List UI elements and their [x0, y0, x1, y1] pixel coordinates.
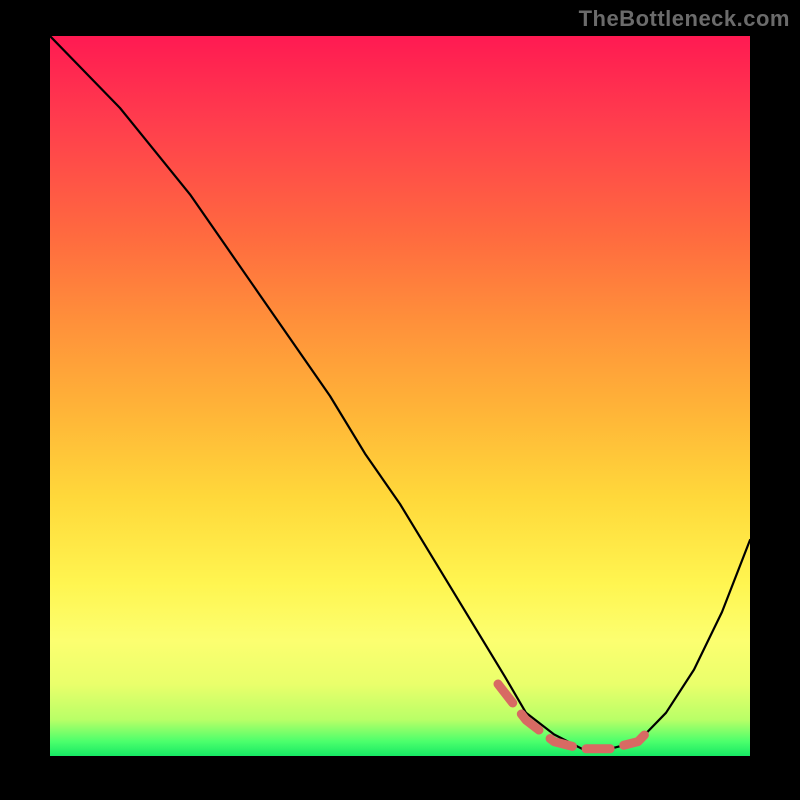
chart-svg: [50, 36, 750, 756]
highlight-segments-line: [498, 684, 652, 749]
watermark-text: TheBottleneck.com: [579, 6, 790, 32]
bottleneck-curve-line: [50, 36, 750, 749]
chart-container: TheBottleneck.com: [0, 0, 800, 800]
